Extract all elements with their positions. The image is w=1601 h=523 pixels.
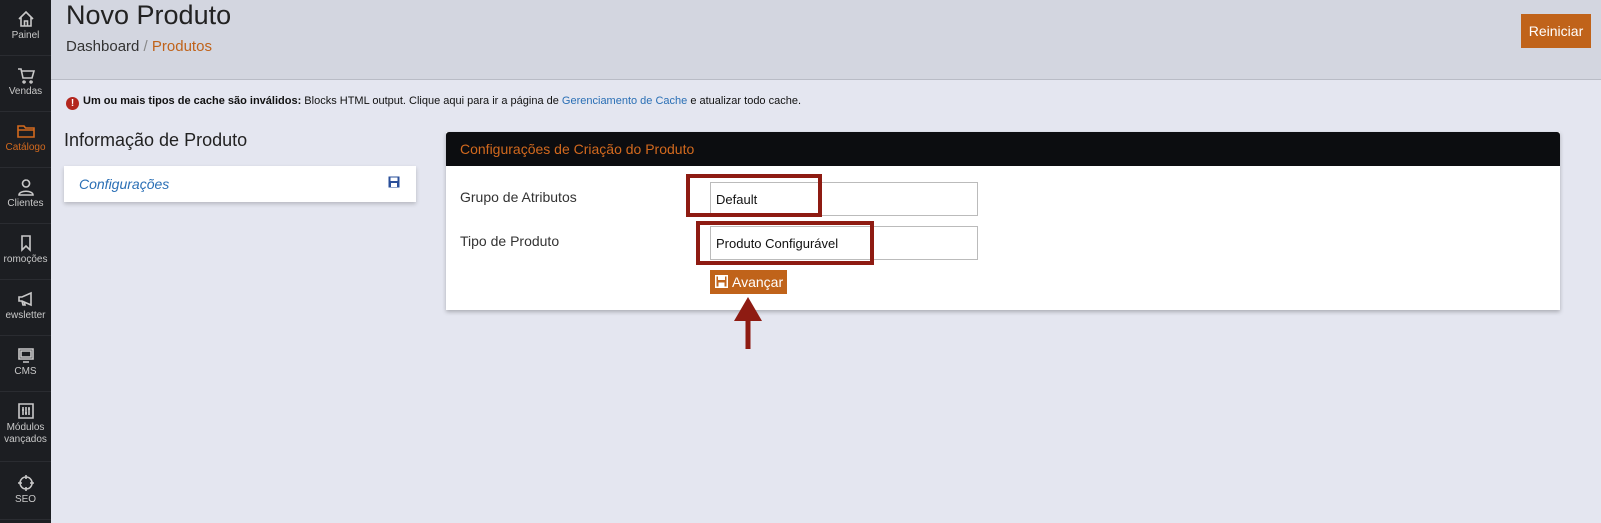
breadcrumb-separator: /	[139, 38, 152, 55]
sidebar-item-modulos[interactable]: Módulos vançados	[0, 392, 51, 462]
crosshair-icon	[17, 475, 34, 491]
sidebar-item-cms[interactable]: CMS	[0, 336, 51, 392]
sidebar-item-label: ewsletter	[5, 310, 46, 321]
breadcrumb-dashboard[interactable]: Dashboard	[66, 38, 139, 55]
attribute-group-label: Grupo de Atributos	[460, 189, 577, 205]
folder-icon	[16, 125, 35, 138]
sidebar-item-label: Painel	[11, 30, 40, 41]
advance-button-label: Avançar	[732, 274, 784, 290]
sidebar-item-label-2: vançados	[4, 434, 47, 445]
cart-icon	[17, 68, 35, 84]
sidebar: Painel Vendas Catálogo Clientes romoções…	[0, 0, 51, 523]
panel-title: Configurações de Criação do Produto	[460, 141, 695, 157]
page-header: Novo Produto Dashboard / Produtos Reinic…	[51, 0, 1601, 80]
info-card: Configurações	[64, 166, 416, 202]
sidebar-item-label: Módulos	[6, 422, 45, 433]
sidebar-item-promocoes[interactable]: romoções	[0, 224, 51, 280]
sidebar-item-label: SEO	[14, 494, 37, 505]
arrow-up-icon	[734, 297, 762, 349]
highlight-box-attribute-group	[686, 174, 822, 217]
user-icon	[17, 179, 34, 196]
breadcrumb-produtos[interactable]: Produtos	[152, 38, 212, 55]
sidebar-item-label: CMS	[14, 366, 37, 377]
highlight-box-product-type	[696, 221, 874, 265]
save-icon	[715, 275, 728, 288]
page-title: Novo Produto	[66, 0, 232, 30]
sidebar-item-painel[interactable]: Painel	[0, 0, 51, 56]
panel-header: Configurações de Criação do Produto	[446, 132, 1560, 166]
sidebar-item-label: Catálogo	[5, 142, 46, 153]
tag-icon	[20, 235, 31, 252]
product-type-label: Tipo de Produto	[460, 233, 560, 249]
reset-button[interactable]: Reiniciar	[1521, 14, 1591, 48]
configuracoes-link[interactable]: Configurações	[79, 176, 169, 192]
sidebar-item-vendas[interactable]: Vendas	[0, 56, 51, 112]
monitor-icon	[17, 348, 34, 363]
megaphone-icon	[17, 291, 32, 307]
cache-management-link[interactable]: Gerenciamento de Cache	[562, 95, 687, 107]
home-icon	[17, 10, 34, 27]
advance-button[interactable]: Avançar	[710, 270, 787, 294]
sidebar-item-seo[interactable]: SEO	[0, 464, 51, 520]
sidebar-item-label: Vendas	[8, 86, 43, 97]
sidebar-item-catalogo[interactable]: Catálogo	[0, 112, 51, 168]
creation-settings-panel: Configurações de Criação do Produto Grup…	[446, 132, 1560, 310]
sidebar-item-clientes[interactable]: Clientes	[0, 168, 51, 224]
info-title: Informação de Produto	[64, 130, 248, 150]
alert-text-end: e atualizar todo cache.	[687, 95, 802, 107]
sidebar-item-label: Clientes	[7, 198, 44, 209]
alert-bold-text: Um ou mais tipos de cache são inválidos:	[83, 95, 302, 107]
cache-alert: ! Um ou mais tipos de cache são inválidos…	[66, 95, 801, 110]
sidebar-item-label: romoções	[3, 254, 48, 265]
breadcrumb: Dashboard / Produtos	[66, 38, 212, 55]
error-icon: !	[66, 97, 79, 110]
sidebar-item-newsletter[interactable]: ewsletter	[0, 280, 51, 336]
save-icon	[388, 176, 400, 188]
alert-text: Blocks HTML output. Clique aqui para ir …	[301, 95, 562, 107]
sliders-icon	[17, 403, 34, 419]
